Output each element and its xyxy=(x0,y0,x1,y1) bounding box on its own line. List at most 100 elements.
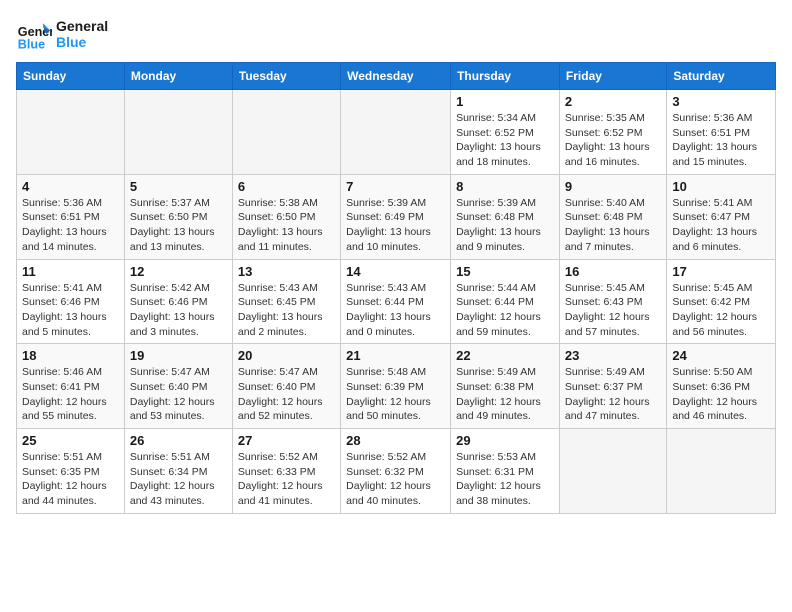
day-info: Sunrise: 5:43 AMSunset: 6:44 PMDaylight:… xyxy=(346,281,445,340)
logo-icon: General Blue xyxy=(16,16,52,52)
day-number: 10 xyxy=(672,179,770,194)
calendar-cell: 7Sunrise: 5:39 AMSunset: 6:49 PMDaylight… xyxy=(341,174,451,259)
day-info: Sunrise: 5:45 AMSunset: 6:43 PMDaylight:… xyxy=(565,281,661,340)
day-info: Sunrise: 5:38 AMSunset: 6:50 PMDaylight:… xyxy=(238,196,335,255)
day-number: 4 xyxy=(22,179,119,194)
day-info: Sunrise: 5:51 AMSunset: 6:35 PMDaylight:… xyxy=(22,450,119,509)
day-info: Sunrise: 5:35 AMSunset: 6:52 PMDaylight:… xyxy=(565,111,661,170)
day-number: 14 xyxy=(346,264,445,279)
calendar-cell: 27Sunrise: 5:52 AMSunset: 6:33 PMDayligh… xyxy=(232,429,340,514)
day-info: Sunrise: 5:47 AMSunset: 6:40 PMDaylight:… xyxy=(130,365,227,424)
day-number: 18 xyxy=(22,348,119,363)
calendar-cell: 4 Sunrise: 5:36 AMSunset: 6:51 PMDaylight… xyxy=(17,174,125,259)
day-number: 27 xyxy=(238,433,335,448)
calendar-cell: 6 Sunrise: 5:38 AMSunset: 6:50 PMDaylight… xyxy=(232,174,340,259)
day-info: Sunrise: 5:42 AMSunset: 6:46 PMDaylight:… xyxy=(130,281,227,340)
calendar-cell xyxy=(559,429,666,514)
day-info: Sunrise: 5:36 AMSunset: 6:51 PMDaylight:… xyxy=(672,111,770,170)
day-info: Sunrise: 5:49 AMSunset: 6:37 PMDaylight:… xyxy=(565,365,661,424)
weekday-header-tuesday: Tuesday xyxy=(232,63,340,90)
day-number: 25 xyxy=(22,433,119,448)
calendar-cell: 3 Sunrise: 5:36 AMSunset: 6:51 PMDaylight… xyxy=(667,90,776,175)
day-info: Sunrise: 5:51 AMSunset: 6:34 PMDaylight:… xyxy=(130,450,227,509)
calendar-cell: 21 Sunrise: 5:48 AMSunset: 6:39 PMDayligh… xyxy=(341,344,451,429)
calendar-cell: 2 Sunrise: 5:35 AMSunset: 6:52 PMDaylight… xyxy=(559,90,666,175)
calendar-cell: 10 Sunrise: 5:41 AMSunset: 6:47 PMDayligh… xyxy=(667,174,776,259)
calendar-table: SundayMondayTuesdayWednesdayThursdayFrid… xyxy=(16,62,776,514)
day-number: 23 xyxy=(565,348,661,363)
day-info: Sunrise: 5:50 AMSunset: 6:36 PMDaylight:… xyxy=(672,365,770,424)
day-number: 3 xyxy=(672,94,770,109)
day-info: Sunrise: 5:41 AMSunset: 6:47 PMDaylight:… xyxy=(672,196,770,255)
day-number: 29 xyxy=(456,433,554,448)
day-info: Sunrise: 5:45 AMSunset: 6:42 PMDaylight:… xyxy=(672,281,770,340)
day-info: Sunrise: 5:44 AMSunset: 6:44 PMDaylight:… xyxy=(456,281,554,340)
day-number: 22 xyxy=(456,348,554,363)
calendar-cell xyxy=(232,90,340,175)
day-number: 8 xyxy=(456,179,554,194)
day-info: Sunrise: 5:34 AMSunset: 6:52 PMDaylight:… xyxy=(456,111,554,170)
day-number: 28 xyxy=(346,433,445,448)
calendar-cell: 23 Sunrise: 5:49 AMSunset: 6:37 PMDayligh… xyxy=(559,344,666,429)
logo-general: General xyxy=(56,18,108,34)
calendar-cell: 24 Sunrise: 5:50 AMSunset: 6:36 PMDayligh… xyxy=(667,344,776,429)
day-number: 2 xyxy=(565,94,661,109)
calendar-cell xyxy=(124,90,232,175)
logo: General Blue General Blue xyxy=(16,16,108,52)
weekday-header-saturday: Saturday xyxy=(667,63,776,90)
calendar-cell: 18 Sunrise: 5:46 AMSunset: 6:41 PMDayligh… xyxy=(17,344,125,429)
day-number: 12 xyxy=(130,264,227,279)
calendar-cell: 25 Sunrise: 5:51 AMSunset: 6:35 PMDayligh… xyxy=(17,429,125,514)
calendar-cell: 22 Sunrise: 5:49 AMSunset: 6:38 PMDayligh… xyxy=(451,344,560,429)
calendar-cell xyxy=(667,429,776,514)
day-number: 13 xyxy=(238,264,335,279)
calendar-cell: 1 Sunrise: 5:34 AMSunset: 6:52 PMDaylight… xyxy=(451,90,560,175)
day-number: 24 xyxy=(672,348,770,363)
calendar-cell: 12 Sunrise: 5:42 AMSunset: 6:46 PMDayligh… xyxy=(124,259,232,344)
day-number: 16 xyxy=(565,264,661,279)
calendar-cell: 19 Sunrise: 5:47 AMSunset: 6:40 PMDayligh… xyxy=(124,344,232,429)
day-number: 19 xyxy=(130,348,227,363)
day-info: Sunrise: 5:36 AMSunset: 6:51 PMDaylight:… xyxy=(22,196,119,255)
day-info: Sunrise: 5:41 AMSunset: 6:46 PMDaylight:… xyxy=(22,281,119,340)
day-info: Sunrise: 5:39 AMSunset: 6:49 PMDaylight:… xyxy=(346,196,445,255)
day-info: Sunrise: 5:43 AMSunset: 6:45 PMDaylight:… xyxy=(238,281,335,340)
day-info: Sunrise: 5:49 AMSunset: 6:38 PMDaylight:… xyxy=(456,365,554,424)
calendar-cell xyxy=(341,90,451,175)
page-header: General Blue General Blue xyxy=(16,16,776,52)
calendar-cell: 14 Sunrise: 5:43 AMSunset: 6:44 PMDayligh… xyxy=(341,259,451,344)
day-info: Sunrise: 5:47 AMSunset: 6:40 PMDaylight:… xyxy=(238,365,335,424)
calendar-cell: 9 Sunrise: 5:40 AMSunset: 6:48 PMDaylight… xyxy=(559,174,666,259)
day-number: 15 xyxy=(456,264,554,279)
calendar-cell: 8 Sunrise: 5:39 AMSunset: 6:48 PMDaylight… xyxy=(451,174,560,259)
weekday-header-sunday: Sunday xyxy=(17,63,125,90)
calendar-cell: 13 Sunrise: 5:43 AMSunset: 6:45 PMDayligh… xyxy=(232,259,340,344)
day-number: 6 xyxy=(238,179,335,194)
day-info: Sunrise: 5:46 AMSunset: 6:41 PMDaylight:… xyxy=(22,365,119,424)
day-number: 9 xyxy=(565,179,661,194)
weekday-header-friday: Friday xyxy=(559,63,666,90)
day-info: Sunrise: 5:48 AMSunset: 6:39 PMDaylight:… xyxy=(346,365,445,424)
calendar-cell: 11 Sunrise: 5:41 AMSunset: 6:46 PMDayligh… xyxy=(17,259,125,344)
day-info: Sunrise: 5:40 AMSunset: 6:48 PMDaylight:… xyxy=(565,196,661,255)
calendar-cell: 26 Sunrise: 5:51 AMSunset: 6:34 PMDayligh… xyxy=(124,429,232,514)
logo-blue: Blue xyxy=(56,34,108,50)
day-number: 20 xyxy=(238,348,335,363)
day-number: 11 xyxy=(22,264,119,279)
day-number: 1 xyxy=(456,94,554,109)
day-number: 26 xyxy=(130,433,227,448)
calendar-cell: 28 Sunrise: 5:52 AMSunset: 6:32 PMDayligh… xyxy=(341,429,451,514)
calendar-cell xyxy=(17,90,125,175)
calendar-cell: 20 Sunrise: 5:47 AMSunset: 6:40 PMDayligh… xyxy=(232,344,340,429)
weekday-header-monday: Monday xyxy=(124,63,232,90)
day-info: Sunrise: 5:37 AMSunset: 6:50 PMDaylight:… xyxy=(130,196,227,255)
weekday-header-thursday: Thursday xyxy=(451,63,560,90)
calendar-cell: 17 Sunrise: 5:45 AMSunset: 6:42 PMDayligh… xyxy=(667,259,776,344)
day-number: 5 xyxy=(130,179,227,194)
weekday-header-wednesday: Wednesday xyxy=(341,63,451,90)
calendar-cell: 29Sunrise: 5:53 AMSunset: 6:31 PMDayligh… xyxy=(451,429,560,514)
day-info: Sunrise: 5:39 AMSunset: 6:48 PMDaylight:… xyxy=(456,196,554,255)
day-info: Sunrise: 5:52 AMSunset: 6:32 PMDaylight:… xyxy=(346,450,445,509)
day-number: 21 xyxy=(346,348,445,363)
day-number: 17 xyxy=(672,264,770,279)
